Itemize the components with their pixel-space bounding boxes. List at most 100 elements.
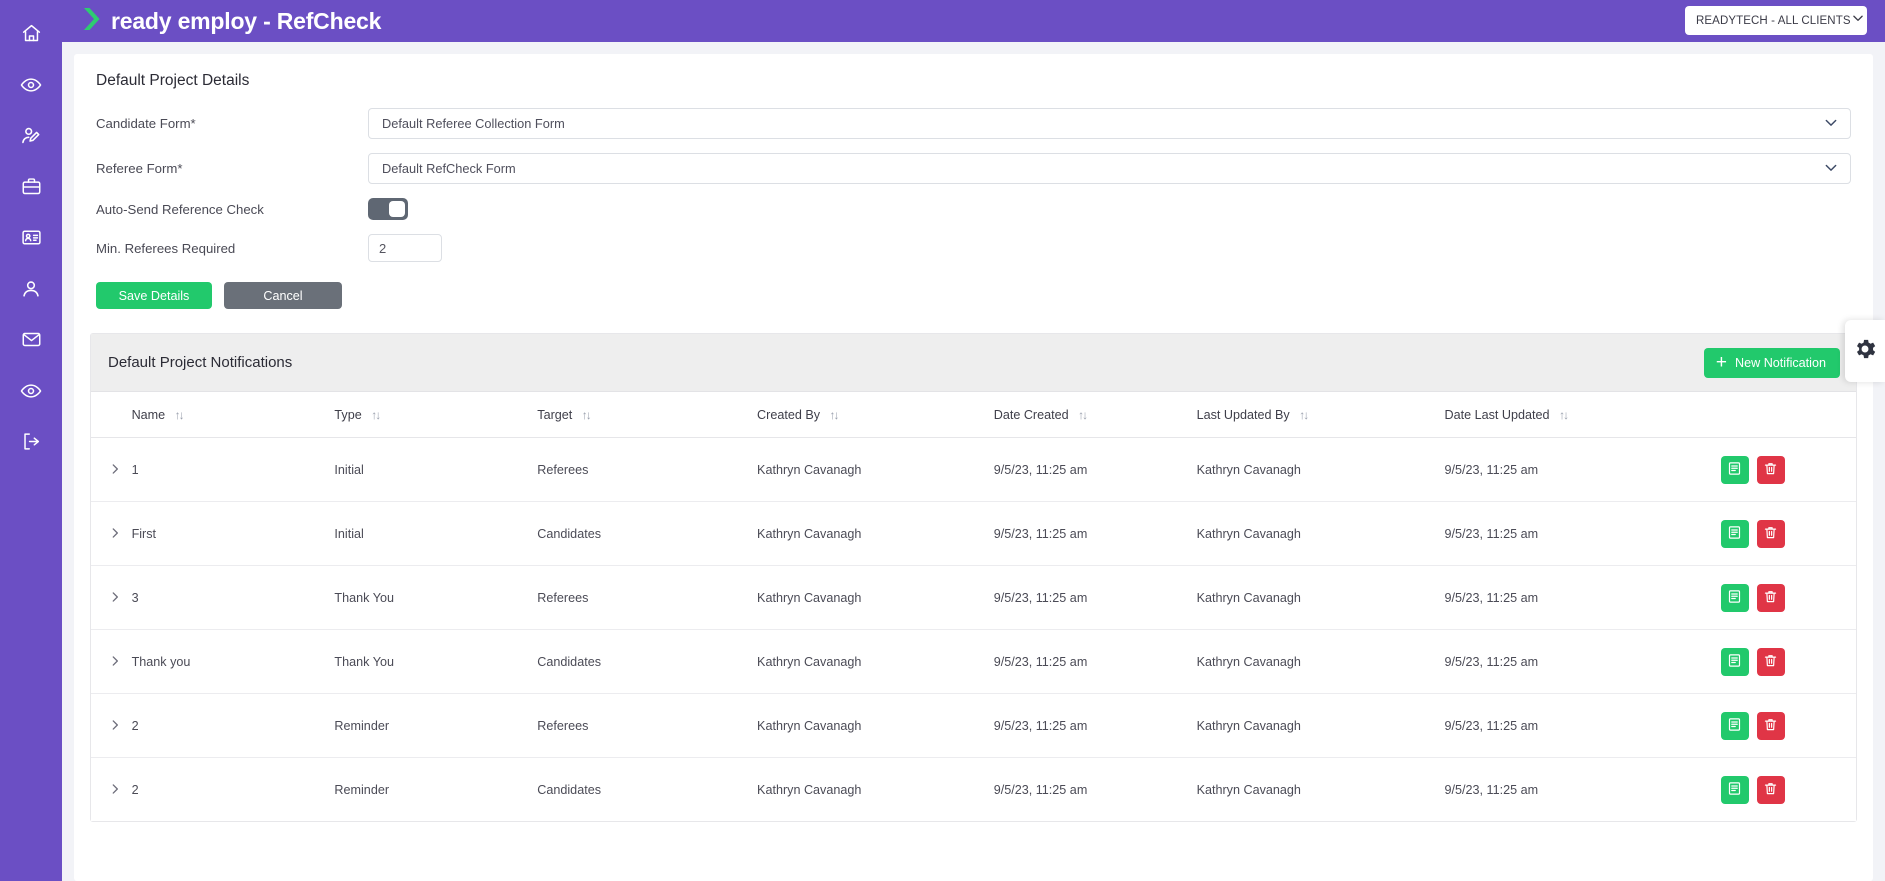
expand-row-chevron-icon[interactable] — [108, 654, 122, 671]
row-actions — [1720, 584, 1856, 612]
sidebar-item-home[interactable] — [0, 8, 62, 59]
app-title: ready employ - RefCheck — [111, 7, 382, 34]
auto-send-label: Auto-Send Reference Check — [96, 201, 264, 217]
row-expand-cell[interactable] — [91, 629, 132, 694]
brand-logo[interactable]: ready employ - RefCheck — [82, 0, 381, 42]
th-date-last-updated[interactable]: Date Last Updated ↑↓ — [1444, 392, 1721, 438]
form-actions: Save Details Cancel — [96, 282, 1851, 309]
cell-date-last-updated: 9/5/23, 11:25 am — [1444, 783, 1539, 797]
sidebar-item-edit-user[interactable] — [0, 110, 62, 161]
cell-type: Reminder — [334, 783, 390, 797]
notifications-header: Default Project Notifications + New Noti… — [91, 334, 1856, 392]
sort-icon[interactable]: ↑↓ — [1299, 408, 1309, 422]
delete-notification-button[interactable] — [1756, 776, 1785, 804]
row-expand-cell[interactable] — [91, 501, 132, 566]
sort-icon[interactable]: ↑↓ — [1078, 408, 1088, 422]
field-row-min-referees: Min. Referees Required — [96, 234, 1851, 262]
document-icon — [1727, 653, 1742, 671]
th-last-updated-by[interactable]: Last Updated By ↑↓ — [1196, 392, 1445, 438]
cell-date-created: 9/5/23, 11:25 am — [993, 501, 1197, 566]
edit-notification-button[interactable] — [1720, 584, 1749, 612]
delete-notification-button[interactable] — [1756, 520, 1785, 548]
chevron-right-logo-icon — [82, 6, 102, 37]
table-row[interactable]: 2 Reminder Referees Kathryn Cavanagh 9/5/23,… — [91, 693, 1856, 758]
top-bar: ready employ - RefCheck READYTECH - ALL … — [62, 0, 1885, 42]
table-row[interactable]: 2 Reminder Candidates Kathryn Cavanagh 9/5/2… — [91, 758, 1856, 822]
sidebar-item-profile[interactable] — [0, 263, 62, 314]
new-notification-label: New Notification — [1735, 355, 1826, 370]
min-referees-input[interactable] — [368, 234, 442, 262]
sidebar-item-messages[interactable] — [0, 314, 62, 365]
table-row[interactable]: Thank you Thank You Candidates Kathryn Cava… — [91, 629, 1856, 694]
th-last-updated-by-label: Last Updated By — [1196, 408, 1290, 422]
expand-row-chevron-icon[interactable] — [108, 526, 122, 543]
trash-icon — [1763, 525, 1778, 543]
th-target[interactable]: Target ↑↓ — [537, 392, 758, 438]
th-date-created[interactable]: Date Created ↑↓ — [993, 392, 1197, 438]
row-actions — [1720, 648, 1856, 676]
delete-notification-button[interactable] — [1756, 648, 1785, 676]
candidate-form-select[interactable]: Default Referee Collection Form — [368, 108, 1851, 139]
cell-target: Candidates — [537, 629, 758, 694]
th-name-label: Name — [131, 408, 166, 422]
trash-icon — [1763, 589, 1778, 607]
auto-send-toggle[interactable] — [368, 198, 408, 220]
sort-icon[interactable]: ↑↓ — [175, 408, 185, 422]
save-details-button[interactable]: Save Details — [96, 282, 212, 309]
delete-notification-button[interactable] — [1756, 584, 1785, 612]
chevron-down-icon — [1823, 159, 1839, 178]
sort-icon[interactable]: ↑↓ — [830, 408, 840, 422]
expand-row-chevron-icon[interactable] — [108, 782, 122, 799]
edit-notification-button[interactable] — [1720, 648, 1749, 676]
edit-notification-button[interactable] — [1720, 520, 1749, 548]
th-name[interactable]: Name ↑↓ — [131, 392, 335, 438]
settings-tab-button[interactable] — [1845, 320, 1885, 382]
sort-icon[interactable]: ↑↓ — [582, 408, 592, 422]
edit-notification-button[interactable] — [1720, 712, 1749, 740]
edit-notification-button[interactable] — [1720, 456, 1749, 484]
row-expand-cell[interactable] — [91, 758, 132, 822]
sidebar-item-logout[interactable] — [0, 416, 62, 467]
table-row[interactable]: First Initial Candidates Kathryn Cavanagh 9/… — [91, 501, 1856, 566]
cell-date-created: 9/5/23, 11:25 am — [993, 693, 1197, 758]
row-expand-cell[interactable] — [91, 693, 132, 758]
sidebar-item-view[interactable] — [0, 59, 62, 110]
cell-actions — [1720, 758, 1856, 822]
chevron-down-icon — [1823, 114, 1839, 133]
expand-row-chevron-icon[interactable] — [108, 590, 122, 607]
delete-notification-button[interactable] — [1756, 712, 1785, 740]
table-row[interactable]: 1 Initial Referees Kathryn Cavanagh 9/5/23, … — [91, 437, 1856, 502]
expand-row-chevron-icon[interactable] — [108, 718, 122, 735]
cell-target: Referees — [537, 565, 758, 630]
client-selector[interactable]: READYTECH - ALL CLIENTS — [1685, 6, 1867, 35]
th-type[interactable]: Type ↑↓ — [334, 392, 538, 438]
row-actions — [1720, 776, 1856, 804]
sort-icon[interactable]: ↑↓ — [371, 408, 381, 422]
page-title: Default Project Details — [96, 72, 250, 89]
sidebar-item-preview[interactable] — [0, 365, 62, 416]
notifications-title: Default Project Notifications — [108, 354, 293, 371]
trash-icon — [1763, 653, 1778, 671]
th-created-by[interactable]: Created By ↑↓ — [757, 392, 994, 438]
new-notification-button[interactable]: + New Notification — [1703, 347, 1840, 378]
delete-notification-button[interactable] — [1756, 456, 1785, 484]
referee-form-select[interactable]: Default RefCheck Form — [368, 153, 1851, 184]
cell-type: Initial — [334, 501, 538, 566]
row-actions — [1720, 456, 1856, 484]
sort-icon[interactable]: ↑↓ — [1559, 408, 1569, 422]
row-expand-cell[interactable] — [91, 437, 132, 502]
expand-row-chevron-icon[interactable] — [108, 462, 122, 479]
table-row[interactable]: 3 Thank You Referees Kathryn Cavanagh 9/5/23… — [91, 565, 1856, 630]
field-row-candidate-form: Candidate Form* Default Referee Collecti… — [96, 108, 1851, 139]
cell-actions — [1720, 693, 1856, 758]
sidebar-item-jobs[interactable] — [0, 161, 62, 212]
cancel-button[interactable]: Cancel — [224, 282, 342, 309]
edit-notification-button[interactable] — [1720, 776, 1749, 804]
trash-icon — [1763, 461, 1778, 479]
trash-icon — [1763, 717, 1778, 735]
row-expand-cell[interactable] — [91, 565, 132, 630]
cell-date-created: 9/5/23, 11:25 am — [993, 629, 1197, 694]
cell-date-last-updated: 9/5/23, 11:25 am — [1444, 629, 1721, 694]
row-actions — [1720, 712, 1856, 740]
sidebar-item-candidates[interactable] — [0, 212, 62, 263]
